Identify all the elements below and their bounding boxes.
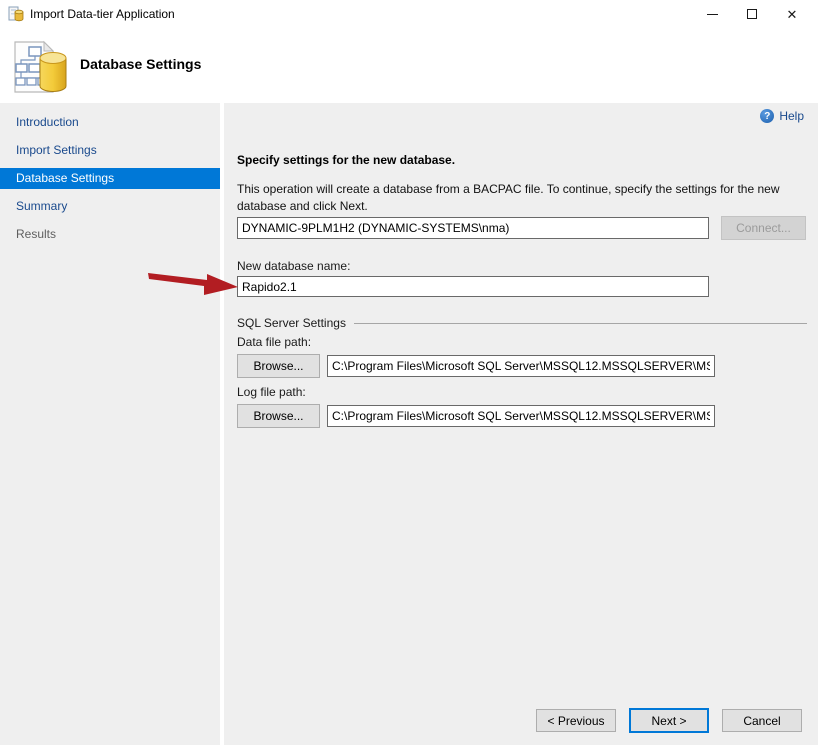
main-panel: ? Help Specify settings for the new data… xyxy=(224,103,818,745)
app-icon xyxy=(8,6,24,22)
close-icon: ✕ xyxy=(787,8,798,21)
page-title: Database Settings xyxy=(80,56,201,72)
window-title: Import Data-tier Application xyxy=(30,7,175,21)
data-file-path-input[interactable] xyxy=(327,355,715,377)
sql-server-settings-group: SQL Server Settings xyxy=(237,316,807,330)
help-label: Help xyxy=(779,109,804,123)
previous-button[interactable]: < Previous xyxy=(536,709,616,732)
close-button[interactable]: ✕ xyxy=(772,2,812,26)
wizard-header: Database Settings xyxy=(0,28,818,103)
help-icon: ? xyxy=(760,109,774,123)
database-name-label: New database name: xyxy=(237,259,350,273)
database-name-input[interactable] xyxy=(237,276,709,297)
log-file-path-label: Log file path: xyxy=(237,385,306,399)
data-file-browse-button[interactable]: Browse... xyxy=(237,354,320,378)
group-divider-line xyxy=(354,323,807,324)
sidebar-item-database-settings[interactable]: Database Settings xyxy=(0,168,220,189)
minimize-icon xyxy=(707,14,718,15)
minimize-button[interactable] xyxy=(692,2,732,26)
log-file-browse-button[interactable]: Browse... xyxy=(237,404,320,428)
sidebar-item-introduction[interactable]: Introduction xyxy=(0,112,220,133)
help-link[interactable]: ? Help xyxy=(760,109,804,123)
data-file-path-label: Data file path: xyxy=(237,335,311,349)
wizard-steps-sidebar: Introduction Import Settings Database Se… xyxy=(0,103,220,745)
window-controls: ✕ xyxy=(692,2,812,26)
connect-button: Connect... xyxy=(721,216,806,240)
server-name-field[interactable] xyxy=(237,217,709,239)
sidebar-item-summary[interactable]: Summary xyxy=(0,196,220,217)
section-description: This operation will create a database fr… xyxy=(237,181,812,215)
section-heading: Specify settings for the new database. xyxy=(237,153,455,167)
database-settings-icon xyxy=(12,40,70,97)
maximize-button[interactable] xyxy=(732,2,772,26)
group-label: SQL Server Settings xyxy=(237,316,346,330)
sidebar-item-import-settings[interactable]: Import Settings xyxy=(0,140,220,161)
sidebar-item-results: Results xyxy=(0,224,220,245)
log-file-path-input[interactable] xyxy=(327,405,715,427)
maximize-icon xyxy=(747,9,757,19)
cancel-button[interactable]: Cancel xyxy=(722,709,802,732)
title-bar: Import Data-tier Application ✕ xyxy=(0,0,818,28)
next-button[interactable]: Next > xyxy=(629,708,709,733)
